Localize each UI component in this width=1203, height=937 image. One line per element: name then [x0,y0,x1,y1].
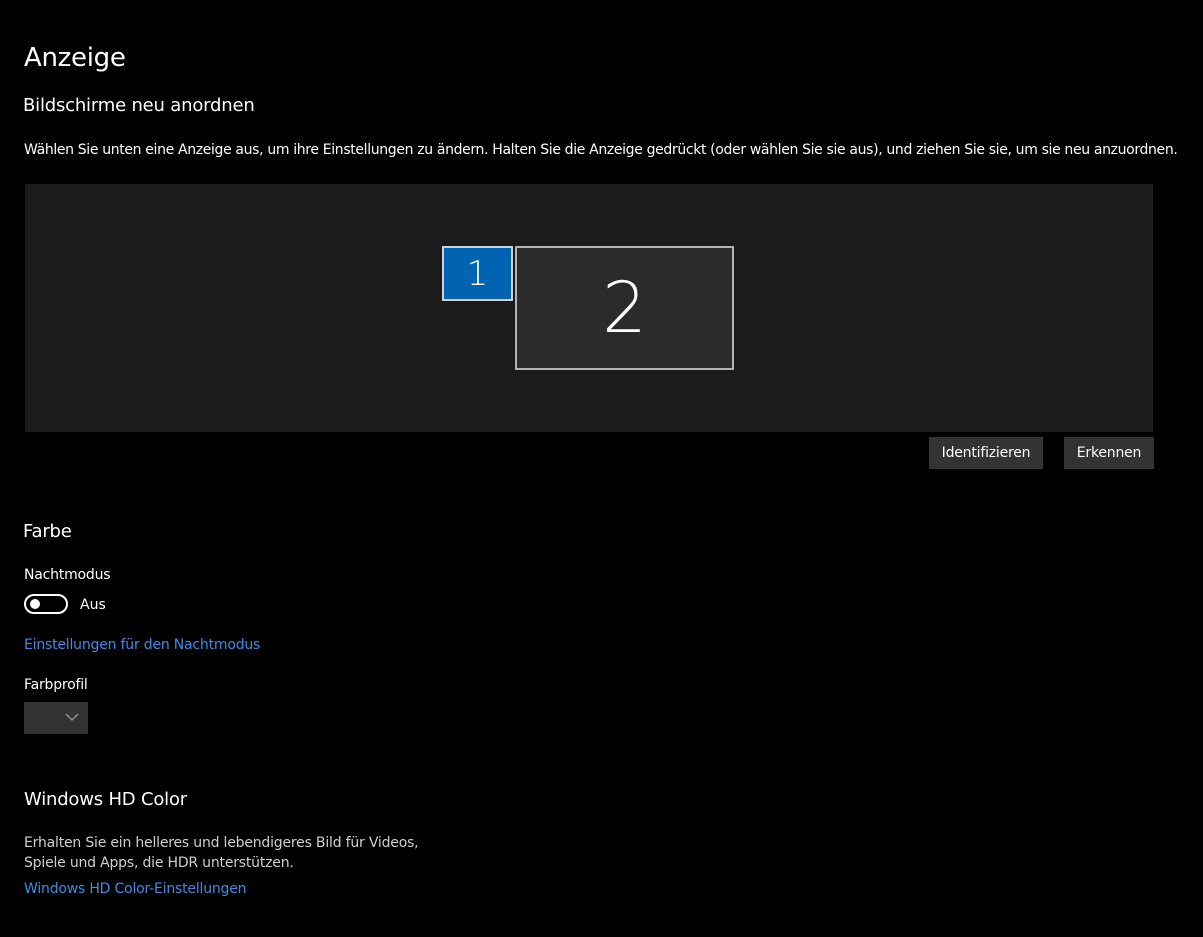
hd-color-description: Erhalten Sie ein helleres und lebendiger… [24,835,419,871]
color-heading: Farbe [23,521,72,542]
chevron-down-icon [65,713,79,721]
night-mode-toggle[interactable] [24,594,68,614]
hd-color-settings-link[interactable]: Windows HD Color-Einstellungen [24,879,247,899]
night-mode-settings-link[interactable]: Einstellungen für den Nachtmodus [24,635,260,655]
hd-color-heading: Windows HD Color [24,789,187,810]
display-settings-page: Anzeige Bildschirme neu anordnen Wählen … [0,0,1203,937]
identify-button[interactable]: Identifizieren [929,437,1043,469]
monitor-2[interactable]: 2 [515,246,734,370]
color-profile-dropdown[interactable] [24,702,88,734]
night-mode-label: Nachtmodus [24,567,111,583]
night-mode-state: Aus [80,597,106,613]
arrange-heading: Bildschirme neu anordnen [23,95,255,116]
display-arrangement-canvas[interactable]: 1 2 [25,184,1153,432]
color-profile-label: Farbprofil [24,677,88,693]
arrange-description: Wählen Sie unten eine Anzeige aus, um ih… [24,142,1178,158]
page-title: Anzeige [24,43,126,73]
toggle-knob [30,599,40,609]
monitor-1[interactable]: 1 [442,246,513,301]
detect-button[interactable]: Erkennen [1064,437,1154,469]
